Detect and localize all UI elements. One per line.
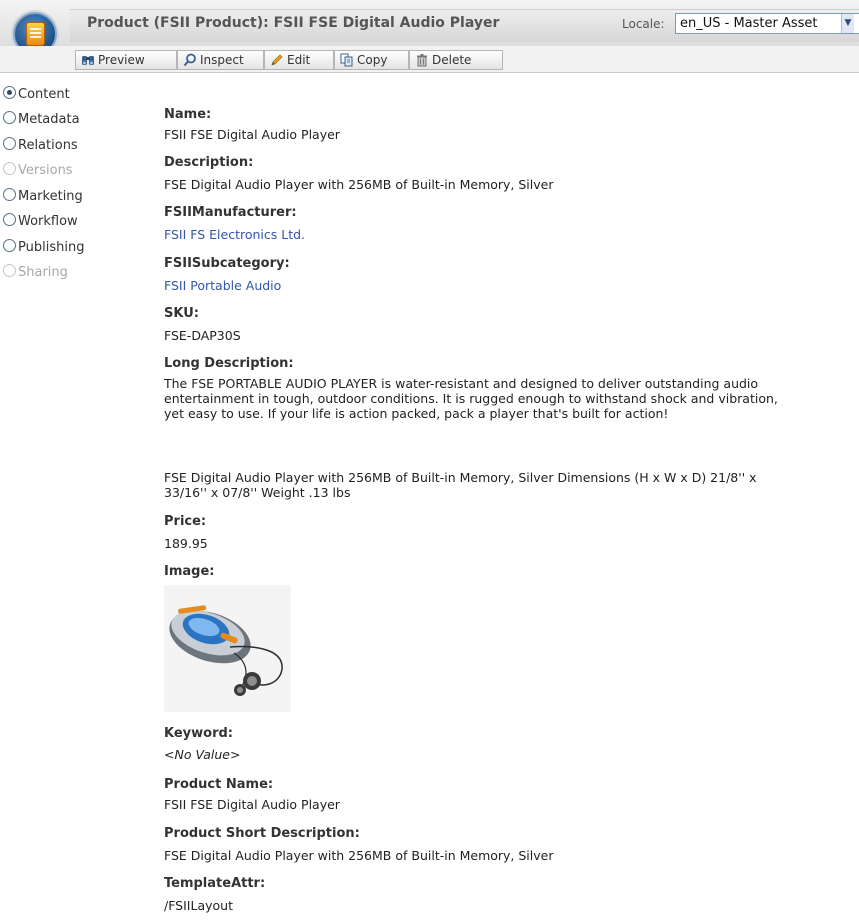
- nav-item-label: Workflow: [18, 214, 78, 229]
- action-toolbar: Preview Inspect Edit Copy Delete: [0, 46, 859, 73]
- price-label: Price:: [164, 514, 207, 529]
- radio-icon[interactable]: [3, 111, 16, 124]
- product-image: [164, 585, 291, 712]
- delete-label: Delete: [432, 53, 472, 67]
- template-attr-label: TemplateAttr:: [164, 876, 266, 891]
- nav-item-label: Versions: [18, 163, 73, 178]
- product-short-description-value: FSE Digital Audio Player with 256MB of B…: [164, 848, 554, 863]
- binoculars-icon: [82, 56, 94, 65]
- nav-item-label: Content: [18, 87, 70, 102]
- nav-item-label: Publishing: [18, 240, 85, 255]
- radio-icon: [3, 264, 16, 277]
- inspect-label: Inspect: [200, 53, 244, 67]
- radio-icon: [3, 162, 16, 175]
- inspect-button[interactable]: Inspect: [177, 50, 264, 70]
- keyword-label: Keyword:: [164, 726, 233, 741]
- copy-button[interactable]: Copy: [334, 50, 409, 70]
- name-label: Name:: [164, 107, 212, 122]
- description-value: FSE Digital Audio Player with 256MB of B…: [164, 177, 554, 192]
- subcategory-link[interactable]: FSII Portable Audio: [164, 278, 281, 293]
- product-name-label: Product Name:: [164, 777, 274, 792]
- long-description-paragraph-2: FSE Digital Audio Player with 256MB of B…: [164, 470, 757, 500]
- locale-label: Locale:: [622, 17, 665, 31]
- long-description-label: Long Description:: [164, 356, 294, 371]
- name-value: FSII FSE Digital Audio Player: [164, 127, 340, 142]
- radio-icon[interactable]: [3, 188, 16, 201]
- nav-item-workflow[interactable]: Workflow: [3, 213, 78, 231]
- copy-label: Copy: [357, 53, 388, 67]
- nav-item-sharing: Sharing: [3, 264, 68, 282]
- nav-item-publishing[interactable]: Publishing: [3, 239, 84, 257]
- sku-label: SKU:: [164, 306, 199, 321]
- nav-item-label: Relations: [18, 138, 78, 153]
- radio-selected-icon[interactable]: [3, 86, 16, 99]
- subcategory-label: FSIISubcategory:: [164, 256, 290, 271]
- preview-button[interactable]: Preview: [75, 50, 177, 70]
- nav-item-label: Metadata: [18, 112, 80, 127]
- radio-icon[interactable]: [3, 213, 16, 226]
- description-label: Description:: [164, 155, 254, 170]
- edit-label: Edit: [287, 53, 311, 67]
- locale-selected-value: en_US - Master Asset: [680, 16, 818, 31]
- nav-item-versions: Versions: [3, 162, 73, 180]
- sku-value: FSE-DAP30S: [164, 328, 241, 343]
- locale-select[interactable]: en_US - Master Asset ▼: [675, 13, 859, 34]
- magnifier-icon: [183, 53, 196, 67]
- preview-label: Preview: [98, 53, 145, 67]
- audio-player-image: [164, 585, 291, 712]
- delete-button[interactable]: Delete: [409, 50, 503, 70]
- page-title: Product (FSII Product): FSII FSE Digital…: [87, 15, 500, 31]
- template-attr-value: /FSIILayout: [164, 898, 233, 913]
- pencil-icon: [271, 54, 283, 66]
- nav-item-label: Marketing: [18, 189, 83, 204]
- keyword-value: <No Value>: [164, 747, 241, 762]
- image-label: Image:: [164, 564, 215, 579]
- long-description-paragraph-1: The FSE PORTABLE AUDIO PLAYER is water-r…: [164, 376, 778, 421]
- manufacturer-label: FSIIManufacturer:: [164, 205, 297, 220]
- edit-button[interactable]: Edit: [264, 50, 334, 70]
- trash-icon: [417, 54, 427, 67]
- nav-item-metadata[interactable]: Metadata: [3, 111, 80, 129]
- nav-item-relations[interactable]: Relations: [3, 137, 78, 155]
- product-name-value: FSII FSE Digital Audio Player: [164, 797, 340, 812]
- product-short-description-label: Product Short Description:: [164, 826, 360, 841]
- nav-item-content[interactable]: Content: [3, 86, 70, 104]
- copy-icon: [340, 53, 353, 67]
- price-value: 189.95: [164, 536, 208, 551]
- nav-item-marketing[interactable]: Marketing: [3, 188, 83, 206]
- chevron-down-icon[interactable]: ▼: [841, 14, 854, 33]
- manufacturer-link[interactable]: FSII FS Electronics Ltd.: [164, 227, 305, 242]
- radio-icon[interactable]: [3, 239, 16, 252]
- radio-icon[interactable]: [3, 137, 16, 150]
- nav-item-label: Sharing: [18, 265, 68, 280]
